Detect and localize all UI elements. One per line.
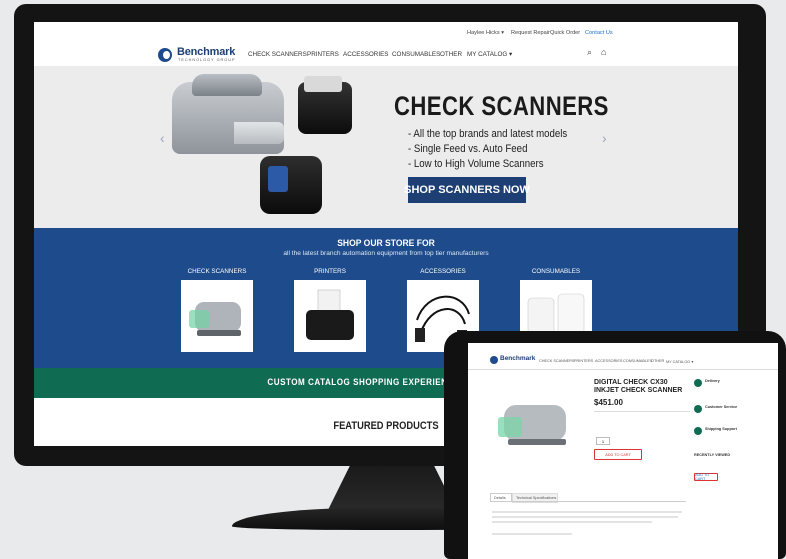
tab-technical-specifications-label: Technical Specifications <box>516 496 557 500</box>
store-subtitle: all the latest branch automation equipme… <box>283 250 489 257</box>
tablet-header-divider <box>468 369 778 370</box>
account-menu[interactable]: Haylee Hicks ▾ <box>467 30 504 36</box>
monitor-stand <box>326 466 458 514</box>
shipping-support-icon <box>694 427 702 435</box>
description-line <box>492 521 652 523</box>
hero-title: CHECK SCANNERS <box>394 91 609 121</box>
hero-bullet-1: - All the top brands and latest models <box>408 128 568 140</box>
tablet-screen: Benchmark CHECK SCANNERS PRINTERS ACCESS… <box>468 343 778 559</box>
tablet-nav-check-scanners[interactable]: CHECK SCANNERS <box>539 359 574 363</box>
delivery-icon <box>694 379 702 387</box>
search-icon[interactable]: ⌕ <box>587 47 592 58</box>
tabs-underline <box>490 501 686 502</box>
tablet-quantity-stepper[interactable]: 1 <box>596 437 610 445</box>
nav-consumables[interactable]: CONSUMABLES <box>392 51 440 58</box>
tablet-product-price: $451.00 <box>594 398 623 407</box>
cart-icon[interactable]: ⌂ <box>601 47 606 57</box>
nav-printers[interactable]: PRINTERS <box>307 51 339 58</box>
description-line <box>492 516 678 518</box>
category-label-consumables[interactable]: CONSUMABLES <box>516 268 596 275</box>
category-image-printers[interactable] <box>294 280 366 352</box>
tablet-nav-consumables[interactable]: CONSUMABLES <box>623 359 652 363</box>
category-label-printers[interactable]: PRINTERS <box>290 268 370 275</box>
quick-order-link[interactable]: Quick Order <box>550 30 580 36</box>
side-heading-shipping-support: Shipping Support <box>705 427 737 431</box>
tablet-product-image <box>498 405 566 445</box>
side-heading-delivery: Delivery <box>705 379 720 383</box>
scanner-image-blue <box>260 156 322 214</box>
nav-other[interactable]: OTHER <box>440 51 462 58</box>
side-heading-customer-service: Customer Service <box>705 405 738 409</box>
tablet-info-divider <box>594 411 690 412</box>
nav-my-catalog[interactable]: MY CATALOG ▾ <box>467 51 512 58</box>
category-label-check-scanners[interactable]: CHECK SCANNERS <box>177 268 257 275</box>
carousel-prev-icon[interactable]: ‹ <box>160 130 165 146</box>
recently-viewed-add-button[interactable]: ADD TO CART <box>694 473 718 481</box>
request-repair-link[interactable]: Request Repair <box>511 30 550 36</box>
tablet-nav-accessories[interactable]: ACCESSORIES <box>595 359 622 363</box>
tablet-add-to-cart-button[interactable]: ADD TO CART <box>594 449 642 460</box>
category-image-check-scanners[interactable] <box>181 280 253 352</box>
scanner-image-gray <box>172 74 284 154</box>
logo-tagline: TECHNOLOGY GROUP <box>178 58 236 62</box>
shop-scanners-button[interactable]: SHOP SCANNERS NOW <box>404 177 530 203</box>
category-label-accessories[interactable]: ACCESSORIES <box>403 268 483 275</box>
tab-technical-specifications[interactable]: Technical Specifications <box>512 493 558 503</box>
scanner-image-black <box>298 76 352 134</box>
recently-viewed-heading: RECENTLY VIEWED <box>694 453 731 457</box>
tablet-nav-printers[interactable]: PRINTERS <box>574 359 593 363</box>
hero-banner: ‹ › CHECK SCANNERS - All the top brands … <box>34 66 738 228</box>
tablet-logo-mark[interactable] <box>490 356 498 364</box>
logo-mark[interactable] <box>158 48 172 62</box>
tablet-product-title: DIGITAL CHECK CX30 INKJET CHECK SCANNER <box>594 379 683 394</box>
check-scanner-illustration <box>189 302 241 336</box>
hero-bullet-2: - Single Feed vs. Auto Feed <box>408 143 528 155</box>
tablet-nav-other[interactable]: OTHER <box>651 359 664 363</box>
carousel-next-icon[interactable]: › <box>602 130 607 146</box>
tab-details-label: Details <box>494 496 506 500</box>
nav-check-scanners[interactable]: CHECK SCANNERS <box>248 51 307 58</box>
store-title: SHOP OUR STORE FOR <box>337 238 435 249</box>
hero-bullet-3: - Low to High Volume Scanners <box>408 158 544 170</box>
logo-name[interactable]: Benchmark <box>177 46 235 58</box>
customer-service-icon <box>694 405 702 413</box>
tablet-nav-my-catalog[interactable]: MY CATALOG ▾ <box>666 359 693 364</box>
printer-illustration <box>306 289 354 340</box>
description-line <box>492 533 572 535</box>
contact-us-link[interactable]: Contact Us <box>585 30 613 36</box>
description-line <box>492 511 682 513</box>
tablet-logo-name[interactable]: Benchmark <box>500 355 535 362</box>
nav-accessories[interactable]: ACCESSORIES <box>343 51 389 58</box>
